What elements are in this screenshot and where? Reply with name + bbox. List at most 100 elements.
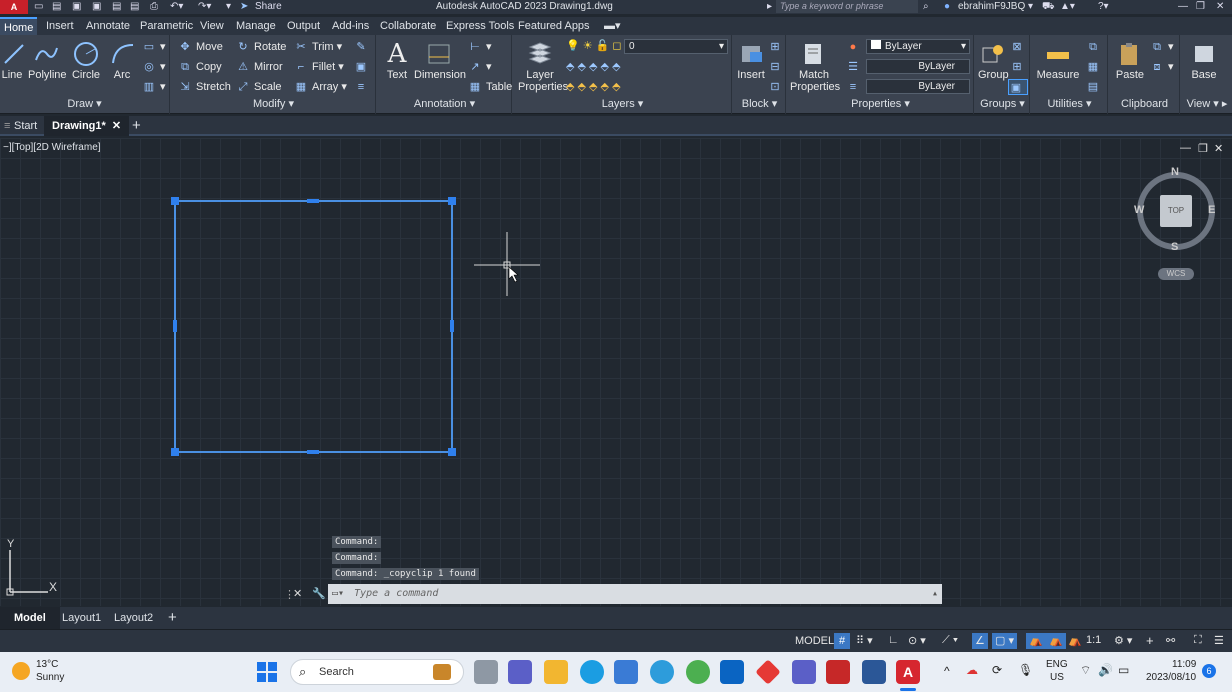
isodraft-icon[interactable]: ⟋ ▾: [942, 634, 958, 647]
command-close-icon[interactable]: ✕: [293, 587, 302, 600]
tab-annotate[interactable]: Annotate: [86, 17, 130, 35]
grid-icon[interactable]: #: [834, 633, 850, 649]
customize-qat-icon[interactable]: ▾: [226, 0, 231, 14]
word-icon[interactable]: [862, 660, 886, 684]
file-explorer-icon[interactable]: [544, 660, 568, 684]
layers-panel-title[interactable]: Layers ▾: [514, 97, 731, 110]
close-tab-icon[interactable]: ✕: [112, 120, 121, 132]
tab-view[interactable]: View: [200, 17, 224, 35]
compass-south[interactable]: S: [1171, 241, 1178, 253]
explode-icon[interactable]: ▣: [354, 59, 372, 75]
chrome-icon[interactable]: [686, 660, 710, 684]
cart-icon[interactable]: ⛟: [1042, 0, 1055, 14]
ribbon-options-icon[interactable]: ▬▾: [604, 17, 621, 35]
tray-mic-icon[interactable]: 🎙: [1018, 663, 1033, 677]
array-button[interactable]: ▦ Array ▾: [294, 79, 347, 95]
color-dropdown[interactable]: ByLayer ▾: [866, 39, 970, 54]
annotation-panel-title[interactable]: Annotation ▾: [378, 97, 511, 110]
tab-home[interactable]: Home: [0, 17, 38, 35]
notification-badge[interactable]: 6: [1202, 664, 1216, 678]
rotate-button[interactable]: ↻ Rotate: [236, 39, 286, 55]
fillet-button[interactable]: ⌐ Fillet ▾: [294, 59, 344, 75]
drawing-tab[interactable]: Drawing1* ✕: [44, 116, 130, 136]
layer-dropdown[interactable]: 0 ▾: [624, 39, 728, 54]
annotation-visibility-icon[interactable]: ⛺: [1026, 633, 1046, 649]
viewport-restore-icon[interactable]: ❐: [1198, 142, 1208, 155]
grip-bottom-right[interactable]: [448, 448, 456, 456]
snap-icon[interactable]: ⠿ ▾: [856, 634, 873, 647]
volume-icon[interactable]: 🔊: [1098, 663, 1113, 677]
cut-clip-icon[interactable]: ⧈ ▾: [1150, 59, 1174, 75]
taskbar-search[interactable]: ⌕ Search: [290, 659, 464, 685]
clipboard-panel-title[interactable]: Clipboard: [1110, 98, 1179, 110]
model-tab[interactable]: Model: [0, 607, 60, 629]
hatch-icon[interactable]: ◎ ▾: [142, 59, 165, 75]
linear-dim-icon[interactable]: ⊢ ▾: [468, 39, 491, 55]
customize-status-icon[interactable]: ☰: [1214, 634, 1224, 647]
grip-bottom-left[interactable]: [171, 448, 179, 456]
measure-button[interactable]: Measure: [1036, 41, 1080, 81]
grip-top-right[interactable]: [448, 197, 456, 205]
grip-right-mid[interactable]: [450, 320, 454, 332]
weather-sun-icon[interactable]: [12, 662, 30, 680]
properties-panel-title[interactable]: Properties ▾: [788, 97, 973, 110]
arc-button[interactable]: Arc: [106, 41, 138, 81]
modify-panel-title[interactable]: Modify ▾: [172, 97, 375, 110]
circle-button[interactable]: Circle: [70, 41, 102, 81]
lineweight-icon[interactable]: ☰: [846, 59, 864, 75]
command-prompt-icon[interactable]: ▭▾: [328, 588, 348, 599]
save-as-icon[interactable]: ▣: [92, 0, 101, 14]
search-icon[interactable]: ⌕: [923, 0, 929, 14]
color-wheel-icon[interactable]: ●: [846, 39, 864, 55]
tab-collaborate[interactable]: Collaborate: [380, 17, 436, 35]
layout2-tab[interactable]: Layout2: [114, 607, 153, 629]
gradient-icon[interactable]: ▥ ▾: [142, 79, 166, 95]
linetype-dropdown[interactable]: ByLayer: [866, 79, 970, 94]
share-button[interactable]: Share: [255, 0, 282, 14]
selected-rectangle[interactable]: [170, 196, 462, 456]
grip-bottom-mid[interactable]: [307, 450, 319, 454]
match-properties-button[interactable]: Match Properties: [790, 41, 840, 93]
scale-button[interactable]: ⤢ Scale: [236, 79, 282, 95]
drawing-canvas[interactable]: −][Top][2D Wireframe] — ❐ ✕ N W E S TOP …: [0, 138, 1232, 606]
polyline-button[interactable]: Polyline: [28, 41, 67, 81]
stretch-button[interactable]: ⇲ Stretch: [178, 79, 230, 95]
copy-button[interactable]: ⧉ Copy: [178, 59, 222, 75]
layer-state-icons[interactable]: 💡 ☀ 🔓 ◻: [566, 39, 622, 52]
language-line-2[interactable]: US: [1050, 672, 1064, 683]
line-button[interactable]: Line: [0, 41, 24, 81]
viewcube-top-face[interactable]: TOP: [1160, 195, 1192, 227]
grip-left-mid[interactable]: [173, 320, 177, 332]
tab-manage[interactable]: Manage: [236, 17, 276, 35]
wifi-icon[interactable]: ⌔: [1080, 663, 1091, 678]
tab-output[interactable]: Output: [287, 17, 320, 35]
tab-insert[interactable]: Insert: [46, 17, 74, 35]
workspace-gear-icon[interactable]: ⚙ ▾: [1114, 634, 1132, 647]
restore-icon[interactable]: ❐: [1196, 0, 1205, 14]
annotation-scale-icon[interactable]: ⛺: [1068, 634, 1082, 647]
command-input[interactable]: Type a command: [354, 588, 438, 599]
viewport-minimize-icon[interactable]: —: [1180, 142, 1191, 154]
command-history-toggle-icon[interactable]: ▴: [932, 584, 938, 604]
add-layout-icon[interactable]: +: [168, 607, 177, 629]
compass-north[interactable]: N: [1171, 166, 1179, 178]
command-line[interactable]: ▭▾ Type a command ▴: [328, 584, 942, 604]
save-web-icon[interactable]: ▤: [130, 0, 139, 14]
block-attributes-icon[interactable]: ⊡: [768, 79, 786, 95]
insert-button[interactable]: Insert: [736, 41, 766, 81]
polar-icon[interactable]: ⊙ ▾: [908, 634, 926, 647]
quick-select-icon[interactable]: ⧉: [1086, 39, 1104, 55]
new-tab-icon[interactable]: +: [132, 116, 141, 136]
user-dropdown-icon[interactable]: ▾: [1028, 0, 1033, 14]
paste-button[interactable]: Paste: [1114, 41, 1146, 81]
lineweight-dropdown[interactable]: ByLayer: [866, 59, 970, 74]
trim-button[interactable]: ✂ Trim ▾: [294, 39, 342, 55]
leader-icon[interactable]: ↗ ▾: [468, 59, 491, 75]
tab-parametric[interactable]: Parametric: [140, 17, 193, 35]
erase-icon[interactable]: ✎: [354, 39, 372, 55]
group-button[interactable]: Group: [978, 41, 1009, 81]
compass-west[interactable]: W: [1134, 204, 1144, 216]
tab-addins[interactable]: Add-ins: [332, 17, 369, 35]
open-file-icon[interactable]: ▤: [52, 0, 61, 14]
block-panel-title[interactable]: Block ▾: [734, 97, 785, 110]
